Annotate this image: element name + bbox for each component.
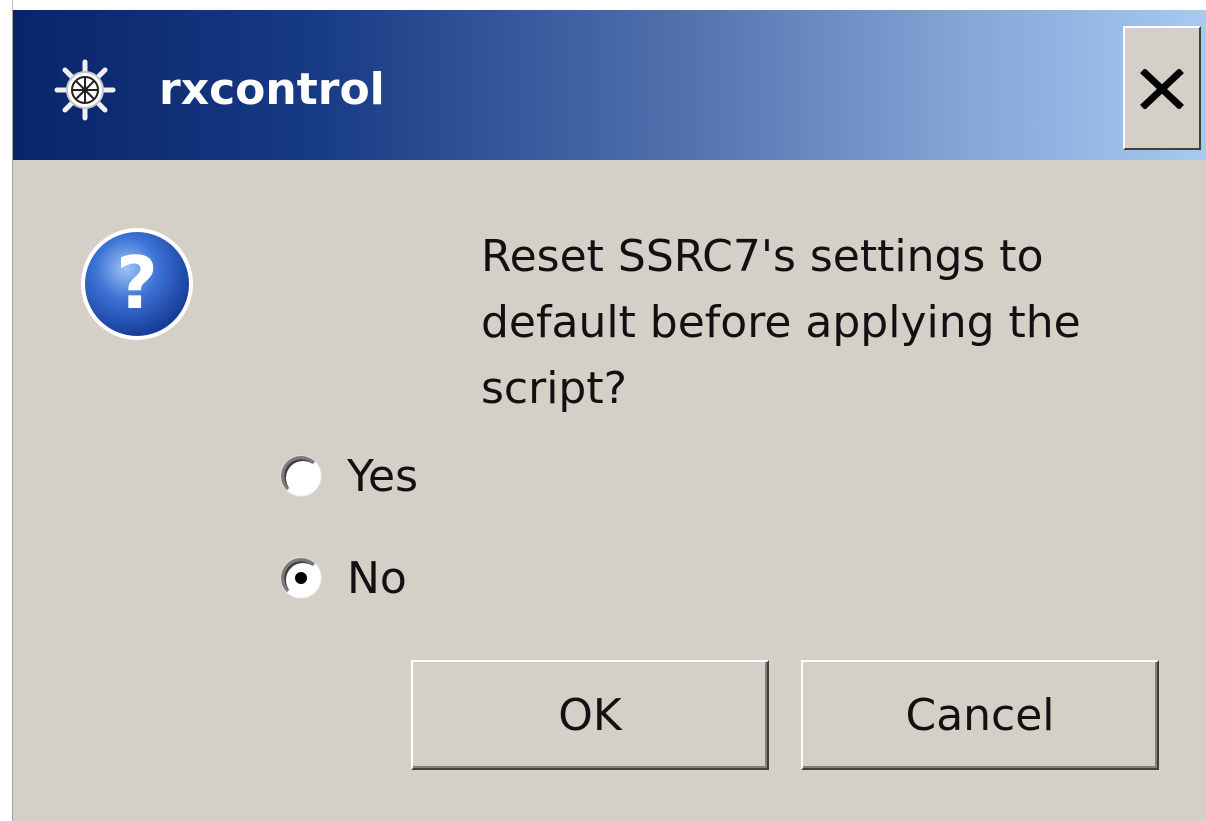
message-line: Reset SSRC7's settings to xyxy=(481,231,1044,282)
radio-label-no: No xyxy=(347,552,407,604)
window-title: rxcontrol xyxy=(159,64,385,115)
radio-label-yes: Yes xyxy=(347,450,419,502)
radio-button-yes[interactable] xyxy=(281,456,321,496)
ok-button[interactable]: OK xyxy=(411,660,769,770)
message-line: script? xyxy=(481,363,627,414)
close-button[interactable] xyxy=(1123,26,1201,150)
message-line: default before applying the xyxy=(481,297,1081,348)
radio-option-no[interactable]: No xyxy=(281,548,407,608)
radio-option-yes[interactable]: Yes xyxy=(281,446,418,506)
cancel-button[interactable]: Cancel xyxy=(801,660,1159,770)
radio-selected-dot xyxy=(295,572,307,584)
title-bar[interactable]: rxcontrol xyxy=(13,10,1206,160)
dialog-message: Reset SSRC7's settings to default before… xyxy=(481,224,1181,422)
helm-wheel-icon xyxy=(53,58,117,122)
radio-button-no[interactable] xyxy=(281,558,321,598)
rxcontrol-dialog: rxcontrol ? Reset SSRC7's settings to de… xyxy=(12,10,1206,821)
question-icon: ? xyxy=(77,224,197,344)
svg-text:?: ? xyxy=(116,241,158,325)
